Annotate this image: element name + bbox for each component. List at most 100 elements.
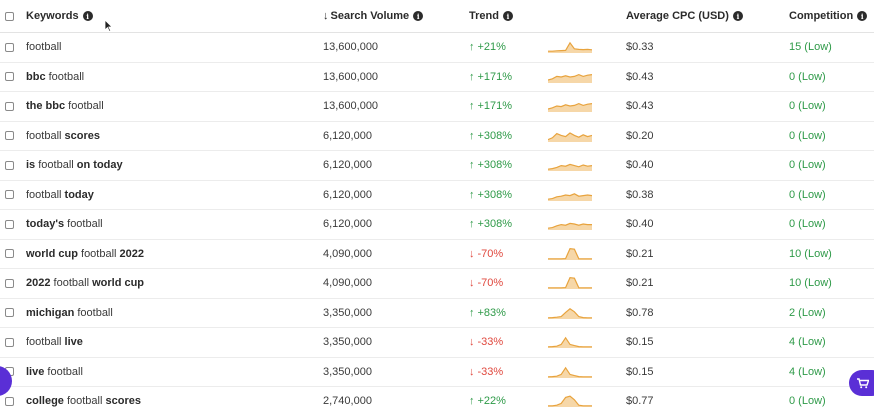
- info-icon[interactable]: i: [82, 11, 93, 21]
- row-select-cell: [5, 269, 14, 298]
- keyword-cell[interactable]: football live: [26, 328, 83, 357]
- row-checkbox[interactable]: [5, 42, 14, 52]
- column-trend[interactable]: Trend i: [469, 0, 513, 32]
- info-icon[interactable]: i: [502, 11, 513, 21]
- table-row[interactable]: football today 6,120,000 ↑ +308% $0.38 0 (Low…: [0, 181, 874, 210]
- keyword-cell[interactable]: football: [26, 33, 61, 62]
- table-row[interactable]: football live 3,350,000 ↓ -33% $0.15 4 (Low): [0, 328, 874, 358]
- trend-sparkline: [548, 192, 592, 201]
- column-cpc[interactable]: Average CPC (USD) i: [626, 0, 743, 32]
- row-checkbox[interactable]: [5, 72, 14, 82]
- search-volume-value: 2,740,000: [323, 395, 372, 408]
- keyword-cell[interactable]: 2022 football world cup: [26, 269, 144, 298]
- keyword-cell[interactable]: football today: [26, 181, 94, 210]
- keyword-text: football: [26, 336, 62, 349]
- competition-value: 0 (Low): [789, 395, 826, 408]
- cart-button[interactable]: [849, 370, 874, 396]
- keyword-cell[interactable]: football scores: [26, 122, 100, 151]
- trend-sparkline: [548, 73, 592, 83]
- row-checkbox[interactable]: [5, 219, 14, 229]
- search-volume-value: 3,350,000: [323, 306, 372, 319]
- row-checkbox[interactable]: [5, 160, 14, 170]
- search-volume-value: 6,120,000: [323, 218, 372, 231]
- cpc-value: $0.78: [626, 306, 654, 319]
- table-row[interactable]: 2022 football world cup 4,090,000 ↓ -70% $0.…: [0, 269, 874, 299]
- keyword-cell[interactable]: bbc football: [26, 63, 84, 92]
- trend-cell: ↑ +308%: [469, 210, 512, 239]
- row-checkbox[interactable]: [5, 101, 14, 111]
- trend-sparkline: [548, 277, 592, 290]
- info-icon[interactable]: i: [857, 11, 868, 21]
- competition-value: 10 (Low): [789, 247, 832, 260]
- table-row[interactable]: football scores 6,120,000 ↑ +308% $0.20 0 (Lo…: [0, 122, 874, 151]
- select-all-cell: [5, 0, 14, 32]
- keyword-cell[interactable]: michigan football: [26, 299, 113, 328]
- row-checkbox[interactable]: [5, 131, 14, 141]
- trend-sparkline: [548, 307, 592, 319]
- arrow-down-icon: ↓: [469, 365, 475, 378]
- keyword-text: football: [26, 129, 62, 142]
- search-volume-value: 13,600,000: [323, 70, 379, 83]
- column-keywords[interactable]: Keywords i: [26, 0, 93, 32]
- column-competition[interactable]: Competition i: [789, 0, 868, 32]
- column-search-volume[interactable]: ↓ Search Volume i: [323, 0, 424, 32]
- keyword-highlight: scores: [105, 395, 141, 408]
- row-checkbox[interactable]: [5, 396, 14, 406]
- table-row[interactable]: football 13,600,000 ↑ +21% $0.33 15 (Low): [0, 33, 874, 63]
- select-all-checkbox[interactable]: [5, 11, 14, 21]
- trend-value: -70%: [477, 277, 504, 290]
- competition-value: 4 (Low): [789, 336, 826, 349]
- keyword-cell[interactable]: world cup football 2022: [26, 240, 144, 269]
- table-header: Keywords i ↓ Search Volume i Trend i Ave…: [0, 0, 874, 33]
- keyword-cell[interactable]: is football on today: [26, 151, 123, 180]
- table-row[interactable]: is football on today 6,120,000 ↑ +308% $0.40…: [0, 151, 874, 181]
- cpc-value: $0.21: [626, 247, 654, 260]
- keyword-highlight: world cup: [26, 247, 78, 260]
- arrow-up-icon: ↑: [469, 218, 475, 231]
- arrow-up-icon: ↑: [469, 129, 475, 142]
- row-checkbox[interactable]: [5, 190, 14, 200]
- keyword-cell[interactable]: live football: [26, 358, 83, 387]
- table-row[interactable]: michigan football 3,350,000 ↑ +83% $0.78 2 (L…: [0, 299, 874, 328]
- competition-value: 0 (Low): [789, 100, 826, 113]
- column-keywords-label: Keywords: [26, 10, 79, 22]
- keyword-text: football: [35, 159, 77, 172]
- search-volume-value: 13,600,000: [323, 41, 379, 54]
- table-row[interactable]: bbc football 13,600,000 ↑ +171% $0.43 0 (Low): [0, 63, 874, 92]
- trend-sparkline-cell: [548, 269, 592, 298]
- search-volume-value: 13,600,000: [323, 100, 379, 113]
- keyword-text: football: [44, 365, 83, 378]
- row-checkbox[interactable]: [5, 278, 14, 288]
- table-row[interactable]: college football scores 2,740,000 ↑ +22% $0.…: [0, 387, 874, 408]
- trend-value: +171%: [477, 70, 513, 83]
- row-checkbox[interactable]: [5, 249, 14, 259]
- mouse-cursor-icon: [105, 20, 113, 32]
- row-checkbox[interactable]: [5, 337, 14, 347]
- trend-cell: ↑ +308%: [469, 181, 512, 210]
- cpc-value: $0.43: [626, 70, 654, 83]
- row-checkbox[interactable]: [5, 308, 14, 318]
- trend-cell: ↓ -70%: [469, 269, 503, 298]
- table-row[interactable]: world cup football 2022 4,090,000 ↓ -70% $0.…: [0, 240, 874, 269]
- table-row[interactable]: live football 3,350,000 ↓ -33% $0.15 4 (Low): [0, 358, 874, 387]
- keyword-cell[interactable]: college football scores: [26, 387, 141, 408]
- cpc-value: $0.15: [626, 365, 654, 378]
- keyword-highlight: today: [61, 188, 94, 201]
- info-icon[interactable]: i: [413, 11, 424, 21]
- table-row[interactable]: the bbc football 13,600,000 ↑ +171% $0.43 0 (…: [0, 92, 874, 122]
- keyword-cell[interactable]: today's football: [26, 210, 103, 239]
- trend-sparkline: [548, 223, 592, 231]
- competition-value: 0 (Low): [789, 159, 826, 172]
- cpc-value: $0.20: [626, 129, 654, 142]
- cpc-value: $0.33: [626, 41, 654, 54]
- trend-sparkline: [548, 395, 592, 408]
- keyword-text: football: [74, 306, 113, 319]
- arrow-down-icon: ↓: [469, 336, 475, 349]
- keyword-highlight: bbc: [26, 70, 46, 83]
- row-select-cell: [5, 92, 14, 121]
- table-row[interactable]: today's football 6,120,000 ↑ +308% $0.40 0 (L…: [0, 210, 874, 240]
- sparkline-area: [548, 132, 592, 142]
- arrow-up-icon: ↑: [469, 306, 475, 319]
- keyword-cell[interactable]: the bbc football: [26, 92, 104, 121]
- info-icon[interactable]: i: [732, 11, 743, 21]
